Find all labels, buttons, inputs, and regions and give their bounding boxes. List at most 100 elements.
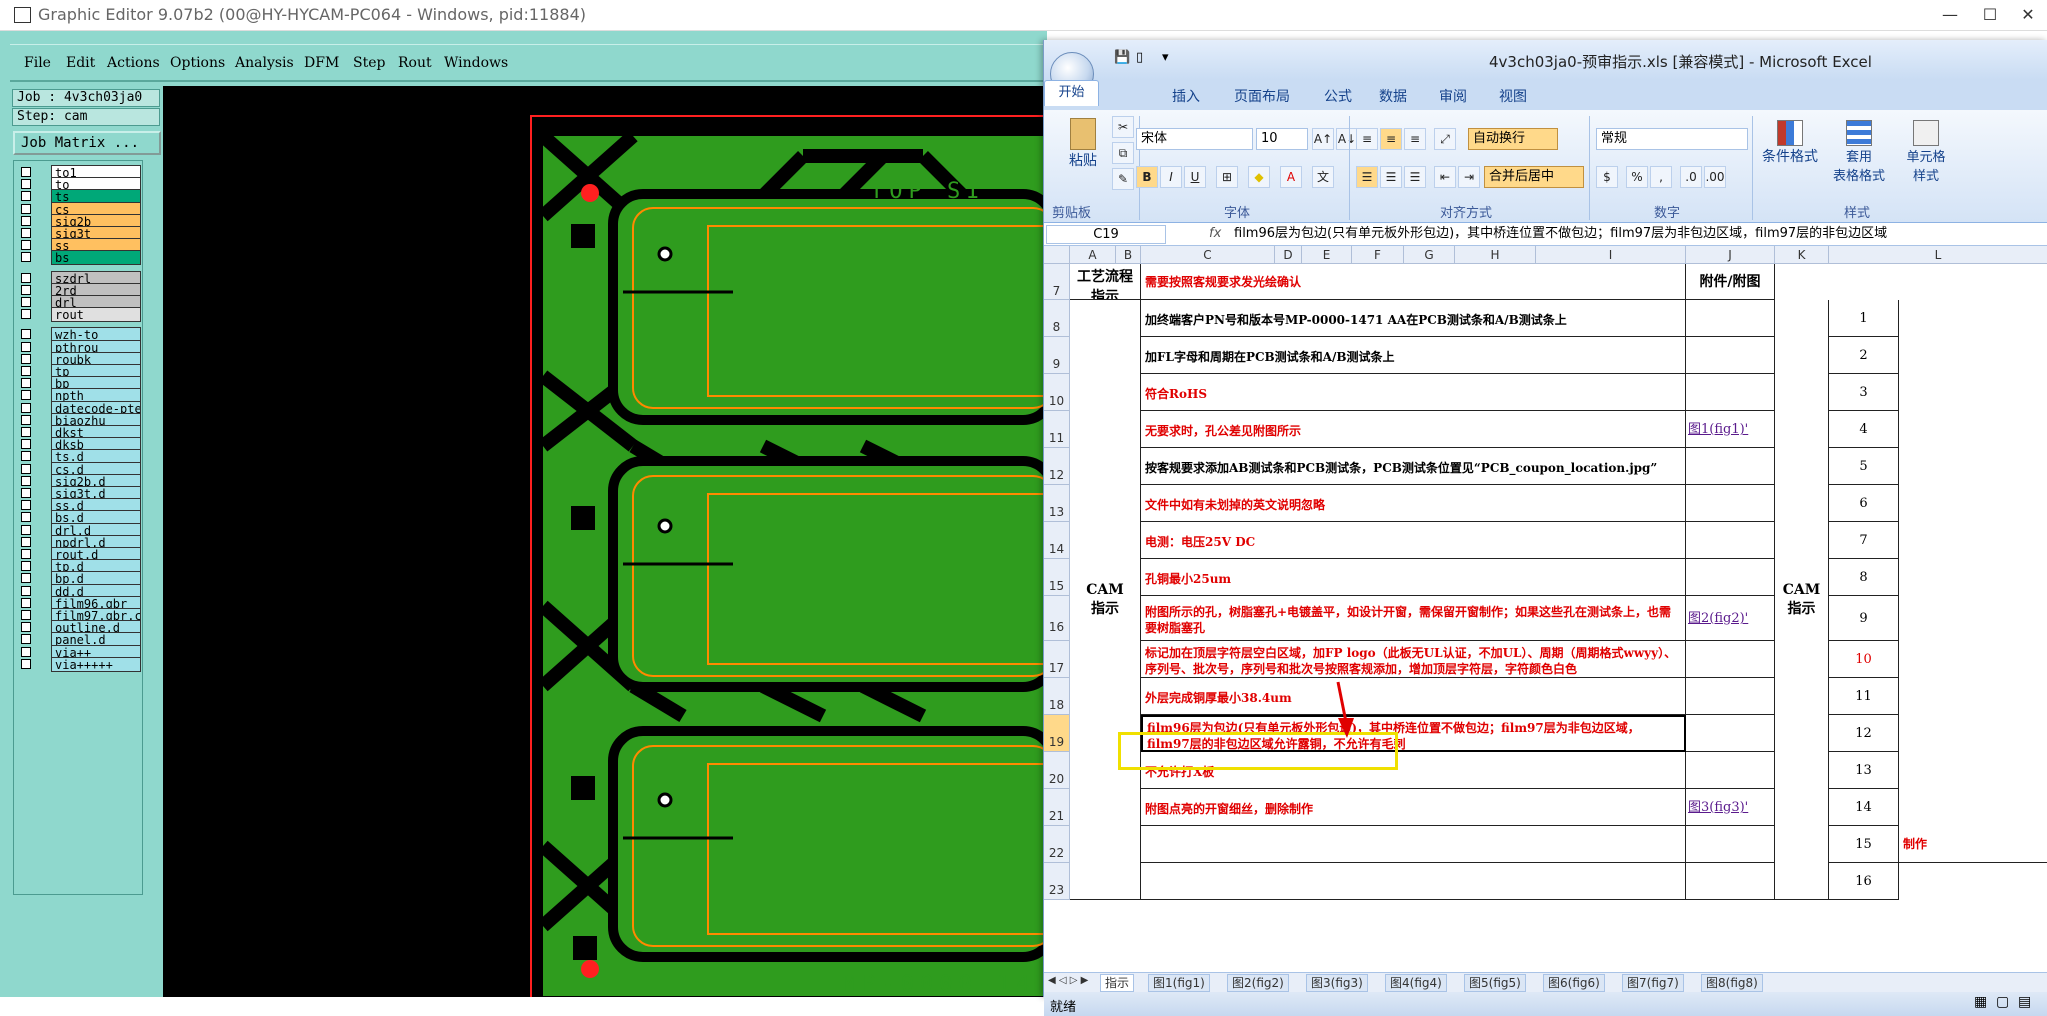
tab-data[interactable]: 数据 <box>1379 86 1407 106</box>
align-middle-icon[interactable]: ≡ <box>1380 128 1402 150</box>
sheet-tab[interactable]: 指示 <box>1100 974 1135 992</box>
fill-color-icon[interactable]: ◆ <box>1248 166 1270 188</box>
extra-cell[interactable]: 制作 <box>1899 826 2047 863</box>
layer-checkbox[interactable] <box>21 378 31 389</box>
row-header[interactable]: 13 <box>1044 485 1070 522</box>
comma-icon[interactable]: , <box>1650 166 1672 188</box>
sheet-tab[interactable]: 图7(fig7) <box>1622 974 1684 992</box>
sheet-tab[interactable]: 图4(fig4) <box>1385 974 1447 992</box>
increase-indent-icon[interactable]: ⇥ <box>1458 166 1480 188</box>
layer-row[interactable]: rout <box>16 307 141 323</box>
font-name-select[interactable]: 宋体 <box>1136 128 1253 150</box>
layer-checkbox[interactable] <box>21 191 31 202</box>
layer-checkbox[interactable] <box>21 341 31 352</box>
excel-titlebar[interactable]: 4v3ch03ja0-预审指示.xls [兼容模式] - Microsoft E… <box>1044 40 2047 80</box>
row-header[interactable]: 23 <box>1044 863 1070 900</box>
row-header[interactable]: 15 <box>1044 559 1070 596</box>
sheet-tab[interactable]: 图3(fig3) <box>1306 974 1368 992</box>
bold-button[interactable]: B <box>1136 166 1158 188</box>
layer-checkbox[interactable] <box>21 228 31 238</box>
close-icon[interactable]: ✕ <box>2008 3 2047 27</box>
instruction-cell[interactable] <box>1141 826 1686 863</box>
instruction-cell[interactable] <box>1141 863 1686 900</box>
merge-center-button[interactable]: 合并后居中 <box>1484 166 1584 188</box>
border-icon[interactable]: ⊞ <box>1216 166 1238 188</box>
worksheet-grid[interactable]: ABCDEFGHIJKL7工艺流程 指示需要按照客规要求发光绘确认附件/附图81… <box>1044 246 2047 986</box>
menu-windows[interactable]: Windows <box>444 55 508 71</box>
layer-checkbox[interactable] <box>21 610 31 620</box>
column-header[interactable]: G <box>1404 246 1455 264</box>
row-header[interactable]: 22 <box>1044 826 1070 863</box>
column-header[interactable]: E <box>1302 246 1352 264</box>
cam-item-number[interactable]: 4 <box>1829 411 1899 448</box>
layer-checkbox[interactable] <box>21 284 31 295</box>
attachment-link[interactable]: 图1(fig1)' <box>1686 411 1775 448</box>
sheet-tab[interactable]: 图2(fig2) <box>1227 974 1289 992</box>
row-header[interactable]: 21 <box>1044 789 1070 826</box>
layer-checkbox[interactable] <box>21 597 31 608</box>
menu-dfm[interactable]: DFM <box>304 55 339 71</box>
format-as-table-button[interactable]: 套用 表格格式 <box>1826 120 1892 184</box>
layer-checkbox[interactable] <box>21 252 31 263</box>
quick-access-menu-icon[interactable]: ▾ <box>1162 50 1169 65</box>
layer-checkbox[interactable] <box>21 512 31 523</box>
cam-instruction-label[interactable]: CAM 指示 <box>1070 300 1141 900</box>
align-bottom-icon[interactable]: ≡ <box>1404 128 1426 150</box>
font-size-select[interactable]: 10 <box>1256 128 1308 150</box>
instruction-cell[interactable]: 加FL字母和周期在PCB测试条和A/B测试条上 <box>1141 337 1686 374</box>
tab-home[interactable]: 开始 <box>1044 80 1099 106</box>
align-right-icon[interactable]: ☰ <box>1404 166 1426 188</box>
column-header[interactable]: C <box>1141 246 1275 264</box>
layer-checkbox[interactable] <box>21 561 31 572</box>
layer-checkbox[interactable] <box>21 475 31 486</box>
column-header[interactable]: A <box>1070 246 1116 264</box>
tab-insert[interactable]: 插入 <box>1172 86 1200 106</box>
column-header[interactable]: D <box>1275 246 1302 264</box>
cam-item-number[interactable]: 12 <box>1829 715 1899 752</box>
menu-analysis[interactable]: Analysis <box>235 55 294 71</box>
decrease-decimal-icon[interactable]: .00 <box>1704 166 1726 188</box>
orientation-icon[interactable]: ⤢ <box>1434 128 1456 150</box>
row-header[interactable]: 10 <box>1044 374 1070 411</box>
tab-review[interactable]: 审阅 <box>1439 86 1467 106</box>
decrease-indent-icon[interactable]: ⇤ <box>1434 166 1456 188</box>
layer-checkbox[interactable] <box>21 488 31 498</box>
layer-name[interactable]: via+++++ <box>51 656 141 672</box>
layer-checkbox[interactable] <box>21 390 31 401</box>
layer-checkbox[interactable] <box>21 203 31 214</box>
layer-checkbox[interactable] <box>21 272 31 283</box>
layer-checkbox[interactable] <box>21 622 31 633</box>
row-header[interactable]: 18 <box>1044 678 1070 715</box>
increase-decimal-icon[interactable]: .0 <box>1680 166 1702 188</box>
instruction-cell[interactable]: 标记加在顶层字符层空白区域，加FP logo（此板无UL认证，不加UL）、周期（… <box>1141 641 1686 678</box>
cam-item-number[interactable]: 15 <box>1829 826 1899 863</box>
instruction-cell[interactable]: 符合RoHS <box>1141 374 1686 411</box>
cut-icon[interactable]: ✂ <box>1112 116 1134 138</box>
cam-item-number[interactable]: 8 <box>1829 559 1899 596</box>
new-doc-icon[interactable]: ▯ <box>1136 50 1143 65</box>
grow-font-icon[interactable]: A↑ <box>1312 128 1334 150</box>
layer-checkbox[interactable] <box>21 549 31 559</box>
layer-checkbox[interactable] <box>21 658 31 669</box>
page-layout-view-icon[interactable]: ▢ <box>1996 994 2009 1010</box>
cam-item-number[interactable]: 6 <box>1829 485 1899 522</box>
layer-checkbox[interactable] <box>21 179 31 190</box>
cam-item-number[interactable]: 7 <box>1829 522 1899 559</box>
percent-icon[interactable]: % <box>1626 166 1648 188</box>
wrap-text-button[interactable]: 自动换行 <box>1468 128 1558 150</box>
layer-checkbox[interactable] <box>21 309 31 320</box>
save-icon[interactable]: 💾 <box>1114 50 1130 65</box>
layer-checkbox[interactable] <box>21 329 31 340</box>
italic-button[interactable]: I <box>1160 166 1182 188</box>
layer-checkbox[interactable] <box>21 536 31 547</box>
font-color-icon[interactable]: A <box>1280 166 1302 188</box>
format-painter-icon[interactable]: ✎ <box>1112 168 1134 190</box>
layer-checkbox[interactable] <box>21 427 31 437</box>
cam-item-number[interactable]: 16 <box>1829 863 1899 900</box>
align-top-icon[interactable]: ≡ <box>1356 128 1378 150</box>
layer-checkbox[interactable] <box>21 297 31 307</box>
paste-button[interactable]: 粘贴 <box>1058 118 1108 170</box>
sheet-tab[interactable]: 图1(fig1) <box>1148 974 1210 992</box>
layer-checkbox[interactable] <box>21 573 31 584</box>
tab-formulas[interactable]: 公式 <box>1324 86 1352 106</box>
